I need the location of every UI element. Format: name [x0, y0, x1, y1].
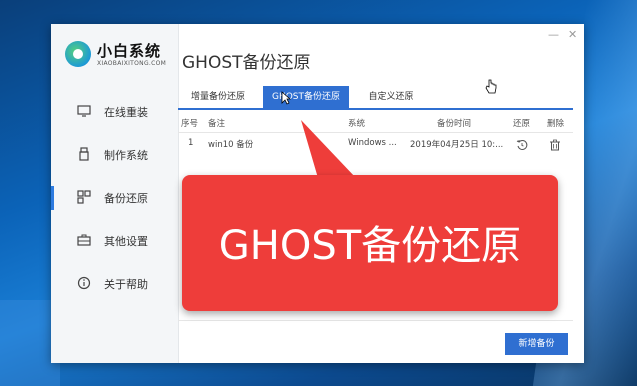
hand-cursor-icon [485, 79, 497, 94]
callout-text: GHOST备份还原 [218, 223, 522, 269]
mouse-cursor-icon [281, 91, 291, 105]
callout-banner: GHOST备份还原 [182, 175, 558, 311]
